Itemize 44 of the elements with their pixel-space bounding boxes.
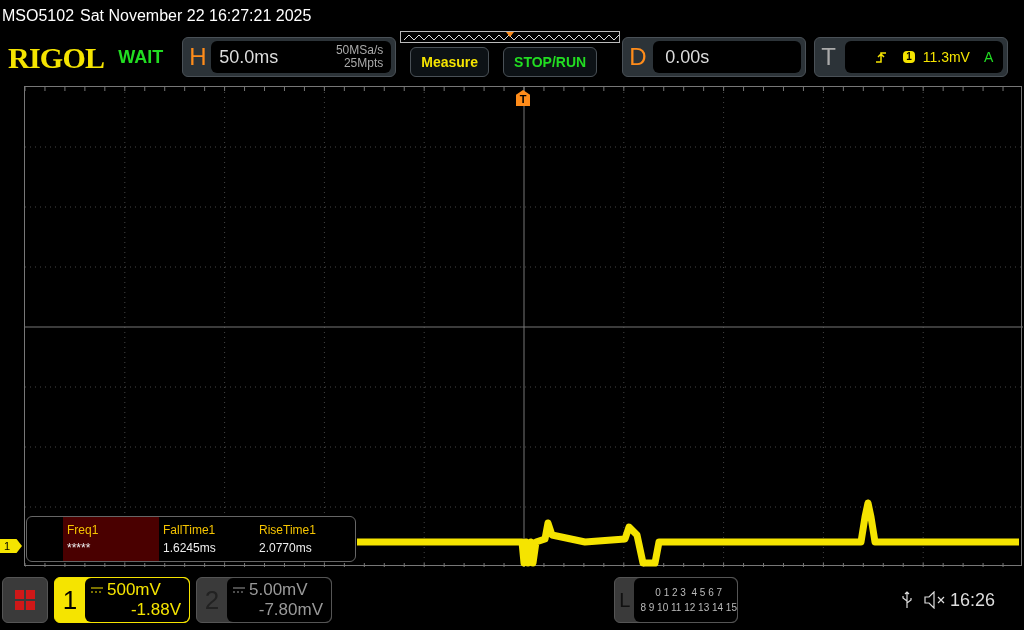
logo: RIGOL (8, 39, 105, 76)
grid-icon (15, 590, 35, 610)
trigger-level: 11.3mV (922, 47, 970, 67)
usb-icon (902, 591, 912, 609)
measurement-item[interactable]: Freq1 ***** (63, 517, 159, 561)
date-time: Sat November 22 16:27:21 2025 (80, 6, 312, 26)
trigger-position-marker: T (516, 90, 530, 106)
measurement-item[interactable]: FallTime1 1.6245ms (159, 517, 255, 561)
measurement-name: FallTime1 (163, 522, 217, 539)
measurement-value: 1.6245ms (163, 540, 217, 557)
memory-depth: 25Mpts (343, 57, 384, 70)
trigger-label: T (821, 42, 837, 72)
channel-offset: -7.80mV (258, 600, 323, 620)
run-status: WAIT (118, 45, 165, 69)
sample-rate: 50MSa/s (335, 44, 384, 57)
measurement-value: 2.0770ms (259, 540, 313, 557)
delay-label: D (629, 42, 648, 72)
channel-number: 1 (61, 583, 79, 617)
menu-button[interactable] (2, 577, 48, 623)
trigger-mode: A (983, 47, 994, 67)
channel-tab[interactable]: 1 500mV -1.88V (54, 577, 190, 623)
channel-marker: 1 (0, 539, 22, 553)
channel-offset: -1.88V (130, 600, 181, 620)
trigger-field[interactable]: 1 11.3mV A (845, 41, 1004, 73)
measurement-name: Freq1 (67, 522, 100, 539)
measurement-name: RiseTime1 (259, 522, 317, 539)
delay-field[interactable]: 0.00s (653, 41, 802, 73)
measurement-item[interactable]: RiseTime1 2.0770ms (255, 517, 351, 561)
muted-speaker-icon (924, 591, 946, 609)
logic-channel-numbers: 8 9 10 11 12 13 14 15 (640, 601, 737, 615)
stop-run-button[interactable]: STOP/RUN (503, 47, 598, 77)
logic-channel-numbers: 0 1 2 3 4 5 6 7 (654, 586, 724, 600)
clock: 16:26 (950, 588, 996, 612)
horizontal-label: H (189, 42, 208, 72)
model-name: MSO5102 (2, 6, 75, 26)
channel-scale: 500mV (107, 580, 161, 600)
dc-coupling-icon (233, 587, 245, 593)
timebase-field[interactable]: 50.0ms 50MSa/s 25Mpts (211, 41, 392, 73)
channel-scale: 5.00mV (249, 580, 308, 600)
trigger-source: 1 (903, 51, 915, 63)
measure-button[interactable]: Measure (410, 47, 490, 77)
measurement-value: ***** (67, 540, 92, 557)
dc-coupling-icon (91, 587, 103, 593)
rising-edge-icon (875, 51, 888, 63)
